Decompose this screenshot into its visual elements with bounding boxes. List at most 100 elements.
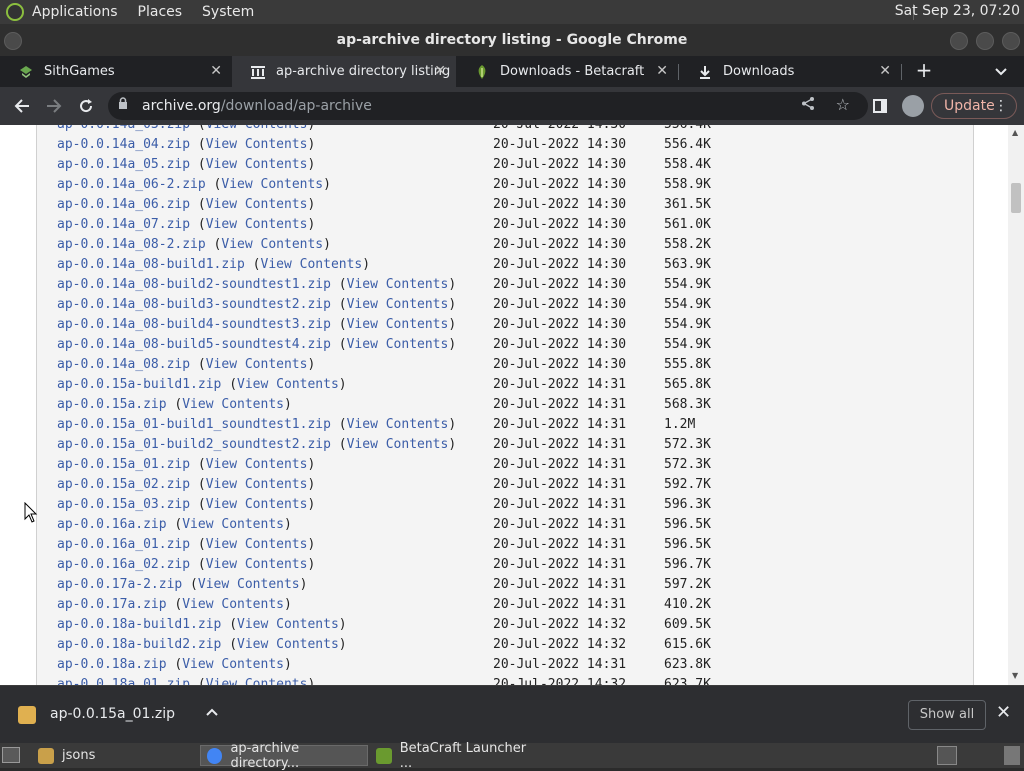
view-contents-link[interactable]: View Contents: [198, 577, 300, 592]
view-contents-link[interactable]: View Contents: [347, 317, 449, 332]
file-link[interactable]: ap-0.0.16a.zip: [57, 517, 167, 532]
tab-search-button[interactable]: [990, 61, 1012, 83]
file-link[interactable]: ap-0.0.15a-build1.zip: [57, 377, 221, 392]
close-icon[interactable]: ✕: [434, 63, 446, 79]
view-contents-link[interactable]: View Contents: [182, 597, 284, 612]
profile-avatar[interactable]: [902, 95, 924, 117]
back-button[interactable]: [10, 94, 34, 118]
page-scrollbar[interactable]: ▲ ▼: [1008, 125, 1024, 685]
close-shelf-icon[interactable]: ✕: [996, 702, 1011, 723]
file-link[interactable]: ap-0.0.14a_08-build1.zip: [57, 257, 245, 272]
view-contents-link[interactable]: View Contents: [206, 477, 308, 492]
tab-downloads-betacraft[interactable]: Downloads - Betacraft ✕: [456, 56, 678, 87]
file-link[interactable]: ap-0.0.14a_07.zip: [57, 217, 190, 232]
view-contents-link[interactable]: View Contents: [261, 257, 363, 272]
close-icon[interactable]: ✕: [210, 63, 222, 79]
side-panel-icon[interactable]: [868, 94, 892, 118]
view-contents-link[interactable]: View Contents: [206, 557, 308, 572]
tray-workspace-icon[interactable]: [1004, 746, 1020, 765]
taskbar-item-betacraft[interactable]: BetaCraft Launcher ...: [370, 741, 540, 771]
file-link[interactable]: ap-0.0.14a_06-2.zip: [57, 177, 206, 192]
view-contents-link[interactable]: View Contents: [206, 497, 308, 512]
show-all-button[interactable]: Show all: [908, 700, 986, 730]
file-link[interactable]: ap-0.0.16a_02.zip: [57, 557, 190, 572]
view-contents-link[interactable]: View Contents: [347, 417, 449, 432]
view-contents-link[interactable]: View Contents: [237, 377, 339, 392]
file-link[interactable]: ap-0.0.14a_05.zip: [57, 157, 190, 172]
file-link[interactable]: ap-0.0.16a_01.zip: [57, 537, 190, 552]
view-contents-link[interactable]: View Contents: [347, 297, 449, 312]
view-contents-link[interactable]: View Contents: [182, 517, 284, 532]
file-link[interactable]: ap-0.0.18a-build2.zip: [57, 637, 221, 652]
file-link[interactable]: ap-0.0.15a_01-build2_soundtest2.zip: [57, 437, 331, 452]
file-link[interactable]: ap-0.0.15a.zip: [57, 397, 167, 412]
file-link[interactable]: ap-0.0.17a-2.zip: [57, 577, 182, 592]
close-icon[interactable]: ✕: [656, 63, 668, 79]
file-link[interactable]: ap-0.0.15a_01-build1_soundtest1.zip: [57, 417, 331, 432]
tab-downloads[interactable]: Downloads ✕: [679, 56, 901, 87]
tab-sithgames[interactable]: SithGames ✕: [0, 56, 232, 87]
minimize-button[interactable]: [950, 32, 968, 50]
file-link[interactable]: ap-0.0.15a_02.zip: [57, 477, 190, 492]
file-link[interactable]: ap-0.0.18a-build1.zip: [57, 617, 221, 632]
taskbar-item-jsons[interactable]: jsons: [32, 745, 196, 766]
chevron-up-icon[interactable]: [206, 704, 218, 720]
scroll-down-arrow-icon[interactable]: ▼: [1012, 671, 1018, 680]
file-link[interactable]: ap-0.0.14a_08-2.zip: [57, 237, 206, 252]
view-contents-link[interactable]: View Contents: [182, 657, 284, 672]
file-link[interactable]: ap-0.0.14a_03.zip: [57, 125, 190, 132]
url-text[interactable]: archive.org/download/ap-archive: [142, 98, 372, 114]
tray-chrome-icon[interactable]: [937, 746, 957, 765]
window-titlebar[interactable]: ap-archive directory listing - Google Ch…: [0, 24, 1024, 56]
menu-dots-icon[interactable]: ⋮: [994, 94, 1008, 118]
view-contents-link[interactable]: View Contents: [206, 677, 308, 685]
lock-icon[interactable]: [118, 97, 128, 113]
download-item[interactable]: ap-0.0.15a_01.zip: [8, 698, 230, 732]
share-icon[interactable]: [801, 96, 816, 115]
file-link[interactable]: ap-0.0.14a_08-build2-soundtest1.zip: [57, 277, 331, 292]
view-contents-link[interactable]: View Contents: [237, 637, 339, 652]
new-tab-button[interactable]: +: [912, 59, 936, 83]
file-link[interactable]: ap-0.0.15a_03.zip: [57, 497, 190, 512]
file-link[interactable]: ap-0.0.18a.zip: [57, 657, 167, 672]
show-desktop-icon[interactable]: [2, 747, 20, 763]
close-window-button[interactable]: [1002, 32, 1020, 50]
forward-button[interactable]: [42, 94, 66, 118]
menu-system[interactable]: System: [202, 4, 254, 20]
view-contents-link[interactable]: View Contents: [221, 237, 323, 252]
tab-ap-archive[interactable]: ap-archive directory listing ✕: [232, 56, 456, 87]
view-contents-link[interactable]: View Contents: [206, 457, 308, 472]
update-button[interactable]: Update ⋮: [931, 93, 1017, 119]
view-contents-link[interactable]: View Contents: [206, 197, 308, 212]
view-contents-link[interactable]: View Contents: [347, 337, 449, 352]
distro-logo-icon[interactable]: [6, 3, 24, 21]
view-contents-link[interactable]: View Contents: [206, 357, 308, 372]
file-link[interactable]: ap-0.0.14a_08-build5-soundtest4.zip: [57, 337, 331, 352]
file-link[interactable]: ap-0.0.14a_08-build4-soundtest3.zip: [57, 317, 331, 332]
reload-button[interactable]: [74, 94, 98, 118]
file-link[interactable]: ap-0.0.14a_06.zip: [57, 197, 190, 212]
view-contents-link[interactable]: View Contents: [347, 437, 449, 452]
panel-clock[interactable]: Sat Sep 23, 07:20: [895, 3, 1020, 19]
file-link[interactable]: ap-0.0.14a_04.zip: [57, 137, 190, 152]
file-link[interactable]: ap-0.0.18a_01.zip: [57, 677, 190, 685]
view-contents-link[interactable]: View Contents: [206, 217, 308, 232]
bookmark-star-icon[interactable]: ☆: [836, 95, 850, 114]
file-link[interactable]: ap-0.0.14a_08-build3-soundtest2.zip: [57, 297, 331, 312]
menu-applications[interactable]: Applications: [32, 4, 118, 20]
view-contents-link[interactable]: View Contents: [206, 537, 308, 552]
view-contents-link[interactable]: View Contents: [347, 277, 449, 292]
menu-places[interactable]: Places: [138, 4, 183, 20]
scroll-up-arrow-icon[interactable]: ▲: [1012, 128, 1018, 137]
close-icon[interactable]: ✕: [879, 63, 891, 79]
view-contents-link[interactable]: View Contents: [237, 617, 339, 632]
file-link[interactable]: ap-0.0.14a_08.zip: [57, 357, 190, 372]
file-link[interactable]: ap-0.0.15a_01.zip: [57, 457, 190, 472]
address-bar[interactable]: archive.org/download/ap-archive ☆: [108, 92, 868, 120]
view-contents-link[interactable]: View Contents: [206, 125, 308, 132]
taskbar-item-chrome[interactable]: ap-archive directory...: [200, 741, 368, 771]
file-link[interactable]: ap-0.0.17a.zip: [57, 597, 167, 612]
scrollbar-thumb[interactable]: [1011, 183, 1021, 213]
view-contents-link[interactable]: View Contents: [221, 177, 323, 192]
view-contents-link[interactable]: View Contents: [182, 397, 284, 412]
